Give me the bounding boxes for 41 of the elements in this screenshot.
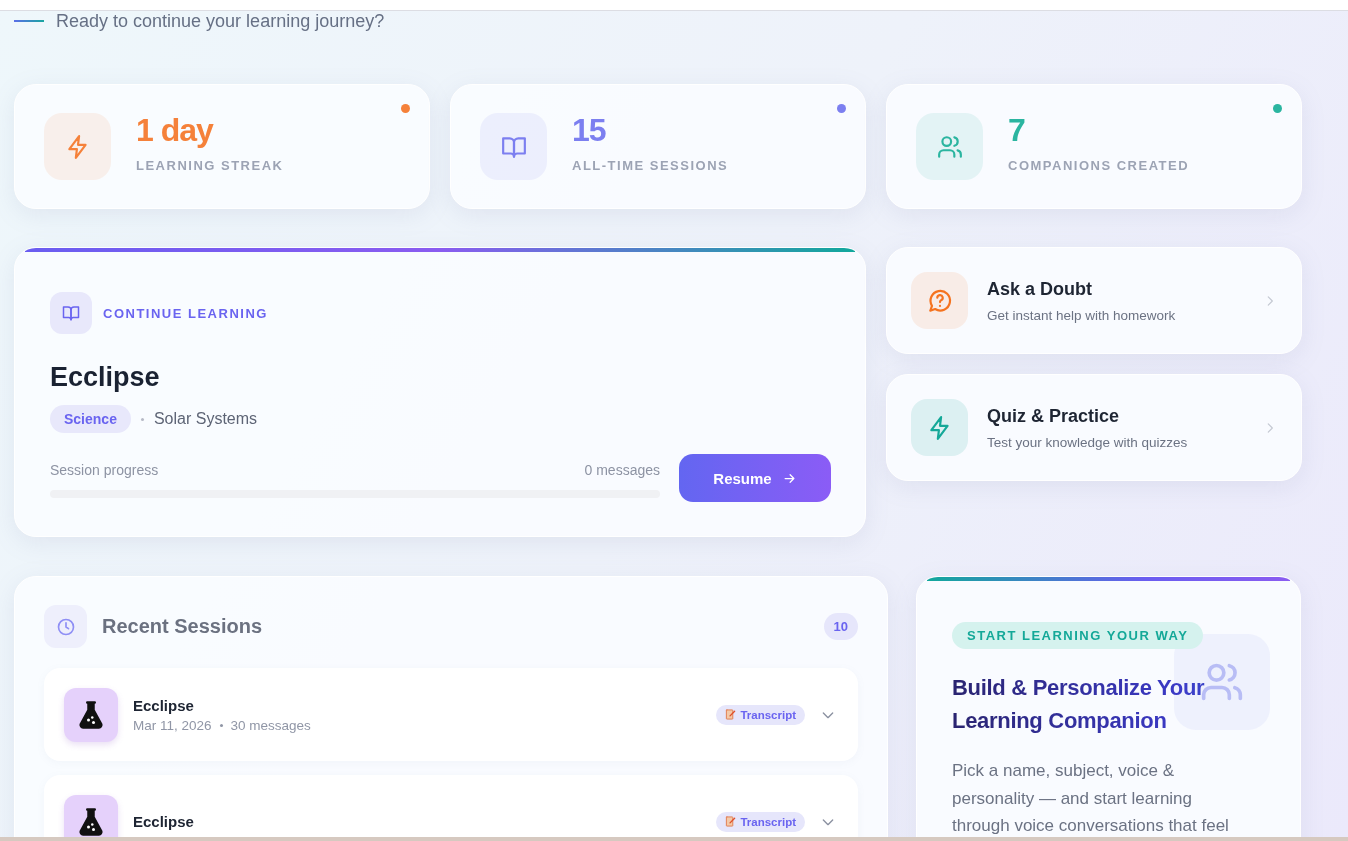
progress-label: Session progress <box>50 462 159 478</box>
subject-tag: Science <box>50 405 131 433</box>
stat-value: 15 <box>572 114 607 146</box>
quick-action-card[interactable]: Ask a Doubt Get instant help with homework <box>886 247 1302 354</box>
action-title: Ask a Doubt <box>987 278 1093 300</box>
section-label: CONTINUE LEARNING <box>103 305 268 321</box>
memo-icon <box>725 709 737 720</box>
book-icon <box>62 304 80 322</box>
session-title: Ecclipse <box>50 362 161 393</box>
speech-bubble-icon <box>926 287 953 314</box>
separator-dot <box>219 724 223 728</box>
message-count: 30 messages <box>230 717 311 733</box>
promo-text: Pick a name, subject, voice & personality — and start learning through voice conversations that feel <box>952 760 1230 837</box>
section-title: Recent Sessions <box>102 615 264 638</box>
action-title: Quiz & Practice <box>987 405 1121 427</box>
stat-label: ALL-TIME SESSIONS <box>572 158 729 173</box>
session-title: Ecclipse <box>133 696 195 714</box>
separator-dot <box>140 417 144 421</box>
quick-action-card[interactable]: Quiz & Practice Test your knowledge with quizzes <box>886 374 1302 481</box>
clock-icon <box>55 616 76 637</box>
message-count: 0 messages <box>584 462 660 478</box>
count-badge: 10 <box>823 613 858 640</box>
promo-tag: START LEARNING YOUR WAY <box>952 622 1204 649</box>
flask-icon <box>76 699 106 730</box>
action-subtitle: Get instant help with homework <box>987 307 1177 323</box>
greeting-text: Ready to continue your learning journey? <box>56 10 385 32</box>
stat-label: COMPANIONS CREATED <box>1008 158 1190 173</box>
resume-button[interactable]: Resume <box>679 454 831 502</box>
action-subtitle: Test your knowledge with quizzes <box>987 434 1189 450</box>
flask-icon <box>76 806 106 837</box>
users-icon <box>936 133 963 160</box>
stat-value: 1 day <box>136 114 215 146</box>
transcript-button[interactable]: Transcript <box>716 811 805 832</box>
topic-text: Solar Systems <box>153 410 258 428</box>
memo-icon <box>725 816 737 827</box>
session-title: Ecclipse <box>133 813 195 830</box>
session-row[interactable]: Ecclipse Mar 11, 2026 30 messages Transcript <box>44 668 858 761</box>
stat-value: 7 <box>1008 114 1026 146</box>
stat-label: LEARNING STREAK <box>136 158 284 173</box>
session-date: Mar 11, 2026 <box>133 717 212 733</box>
transcript-button[interactable]: Transcript <box>716 704 805 725</box>
